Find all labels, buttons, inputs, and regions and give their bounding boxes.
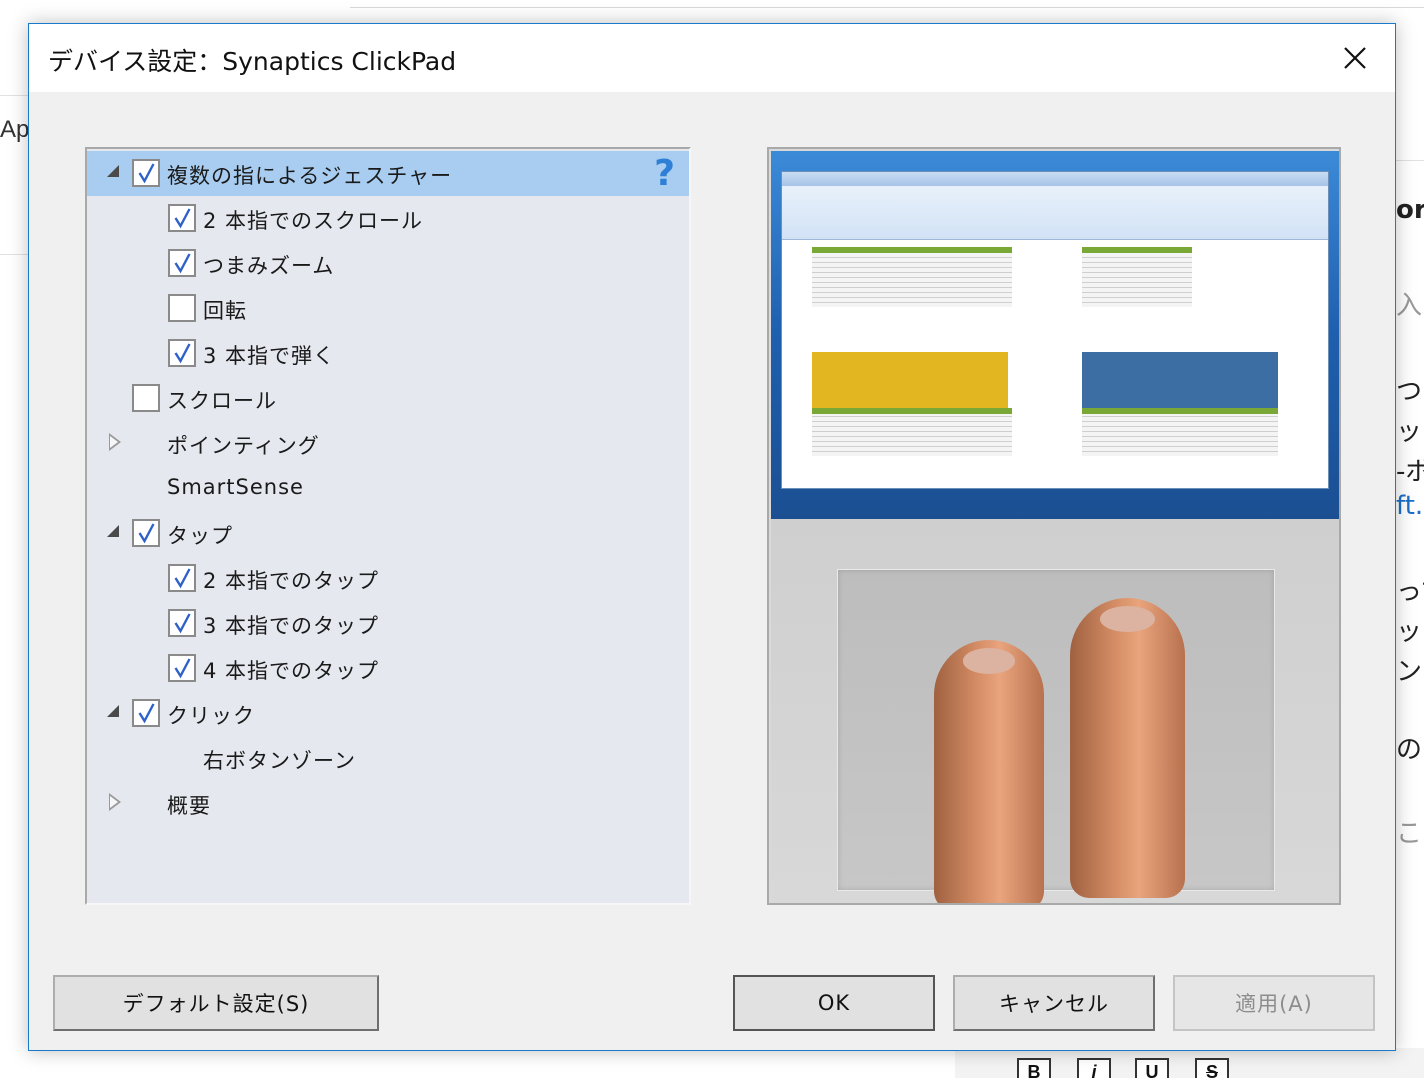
tree-item-label: 概要 (167, 794, 211, 818)
checkbox-two-finger-tap[interactable] (168, 564, 196, 592)
dialog-titlebar[interactable]: デバイス設定：Synaptics ClickPad (29, 24, 1395, 92)
tree-item-four-finger-tap[interactable]: 4 本指でのタップ (87, 646, 689, 691)
tree-item-three-finger-tap[interactable]: 3 本指でのタップ (87, 601, 689, 646)
tree-item-label: 2 本指でのスクロール (203, 209, 424, 233)
checkmark-icon (138, 703, 155, 724)
checkbox-pinch-zoom[interactable] (168, 249, 196, 277)
preview-finger (1070, 598, 1185, 898)
checkbox-scroll[interactable] (132, 384, 160, 412)
tree-item-label: 回転 (203, 299, 247, 323)
strikethrough-button[interactable]: S (1195, 1058, 1229, 1078)
checkmark-icon (138, 523, 155, 544)
underline-button[interactable]: U (1135, 1058, 1169, 1078)
tree-item-pinch-zoom[interactable]: つまみズーム (87, 241, 689, 286)
dialog-title: デバイス設定：Synaptics ClickPad (48, 47, 457, 76)
checkmark-icon (174, 658, 191, 679)
tree-item-two-finger-tap[interactable]: 2 本指でのタップ (87, 556, 689, 601)
tree-item-three-finger-flick[interactable]: 3 本指で弾く (87, 331, 689, 376)
checkmark-icon (174, 343, 191, 364)
tree-item-label: 複数の指によるジェスチャー (167, 164, 453, 188)
tree-item-label: タップ (167, 524, 233, 548)
expanded-arrow-icon[interactable] (107, 705, 119, 717)
tree-item-scroll[interactable]: スクロール (87, 376, 689, 421)
tree-item-two-finger-scroll[interactable]: 2 本指でのスクロール (87, 196, 689, 241)
checkmark-icon (174, 568, 191, 589)
restore-defaults-button[interactable]: デフォルト設定(S) (53, 975, 379, 1031)
background-text: つに (1396, 377, 1424, 407)
background-right-panel: or 入) つに ッ -ボ ft.c って ッ ンド のタ こで (1395, 160, 1424, 1078)
background-text: こで (1396, 819, 1424, 849)
tree-item-label: 4 本指でのタップ (203, 659, 380, 683)
background-link[interactable]: ft.c (1396, 491, 1424, 521)
tree-item-smartsense[interactable]: SmartSense (87, 466, 689, 511)
preview-screen (771, 151, 1339, 519)
tree-item-label: スクロール (167, 389, 277, 413)
checkbox-three-finger-flick[interactable] (168, 339, 196, 367)
checkmark-icon (174, 613, 191, 634)
background-topbar (350, 0, 1424, 8)
settings-tree[interactable]: 複数の指によるジェスチャー ? 2 本指でのスクロール つまみズーム 回転 3 … (85, 147, 691, 905)
bold-button[interactable]: B (1017, 1058, 1051, 1078)
ok-button[interactable]: OK (733, 975, 935, 1031)
expanded-arrow-icon[interactable] (107, 165, 119, 177)
checkmark-icon (174, 253, 191, 274)
collapsed-arrow-icon[interactable] (109, 433, 123, 451)
checkbox-click[interactable] (132, 699, 160, 727)
tree-item-label: 3 本指でのタップ (203, 614, 380, 638)
italic-button[interactable]: i (1077, 1058, 1111, 1078)
tree-item-rotate[interactable]: 回転 (87, 286, 689, 331)
preview-touchpad (837, 569, 1275, 903)
background-text: ンド (1396, 657, 1424, 687)
background-text: or (1396, 195, 1424, 225)
close-icon (1344, 47, 1366, 69)
checkbox-two-finger-scroll[interactable] (168, 204, 196, 232)
tree-item-label: SmartSense (167, 475, 304, 499)
background-text: のタ (1396, 735, 1424, 765)
background-text: 入) (1396, 291, 1424, 321)
tree-item-label: つまみズーム (203, 254, 335, 278)
checkmark-icon (174, 208, 191, 229)
checkbox-tap[interactable] (132, 519, 160, 547)
collapsed-arrow-icon[interactable] (109, 793, 123, 811)
background-text: -ボ (1396, 457, 1424, 487)
cancel-button[interactable]: キャンセル (953, 975, 1155, 1031)
device-settings-dialog: デバイス設定：Synaptics ClickPad 複数の指によるジェスチャー … (28, 23, 1396, 1051)
preview-finger (934, 640, 1044, 903)
checkbox-rotate[interactable] (168, 294, 196, 322)
background-left-strip: App (0, 95, 43, 255)
tree-item-multi-finger-gestures[interactable]: 複数の指によるジェスチャー ? (87, 151, 689, 196)
checkmark-icon (138, 163, 155, 184)
checkbox-multi-finger-gestures[interactable] (132, 159, 160, 187)
checkbox-four-finger-tap[interactable] (168, 654, 196, 682)
tree-item-label: クリック (167, 704, 255, 728)
tree-item-overview[interactable]: 概要 (87, 781, 689, 826)
tree-item-label: 2 本指でのタップ (203, 569, 380, 593)
gesture-preview-image (767, 147, 1341, 905)
tree-item-label: 右ボタンゾーン (203, 749, 356, 773)
background-text: って (1396, 577, 1424, 607)
checkbox-three-finger-tap[interactable] (168, 609, 196, 637)
expanded-arrow-icon[interactable] (107, 525, 119, 537)
apply-button[interactable]: 適用(A) (1173, 975, 1375, 1031)
help-icon[interactable]: ? (654, 153, 675, 194)
background-editor-toolbar: B i U S (955, 1048, 1424, 1078)
close-button[interactable] (1315, 24, 1395, 92)
tree-item-label: 3 本指で弾く (203, 344, 336, 368)
tree-item-click[interactable]: クリック (87, 691, 689, 736)
tree-item-right-button-zone[interactable]: 右ボタンゾーン (87, 736, 689, 781)
background-text: ッ (1396, 617, 1423, 647)
background-text: ッ (1396, 417, 1423, 447)
preview-touchpad-area (771, 519, 1339, 903)
preview-spreadsheet-window (781, 171, 1329, 489)
tree-item-pointing[interactable]: ポインティング (87, 421, 689, 466)
tree-item-label: ポインティング (167, 434, 320, 458)
tree-item-tap[interactable]: タップ (87, 511, 689, 556)
